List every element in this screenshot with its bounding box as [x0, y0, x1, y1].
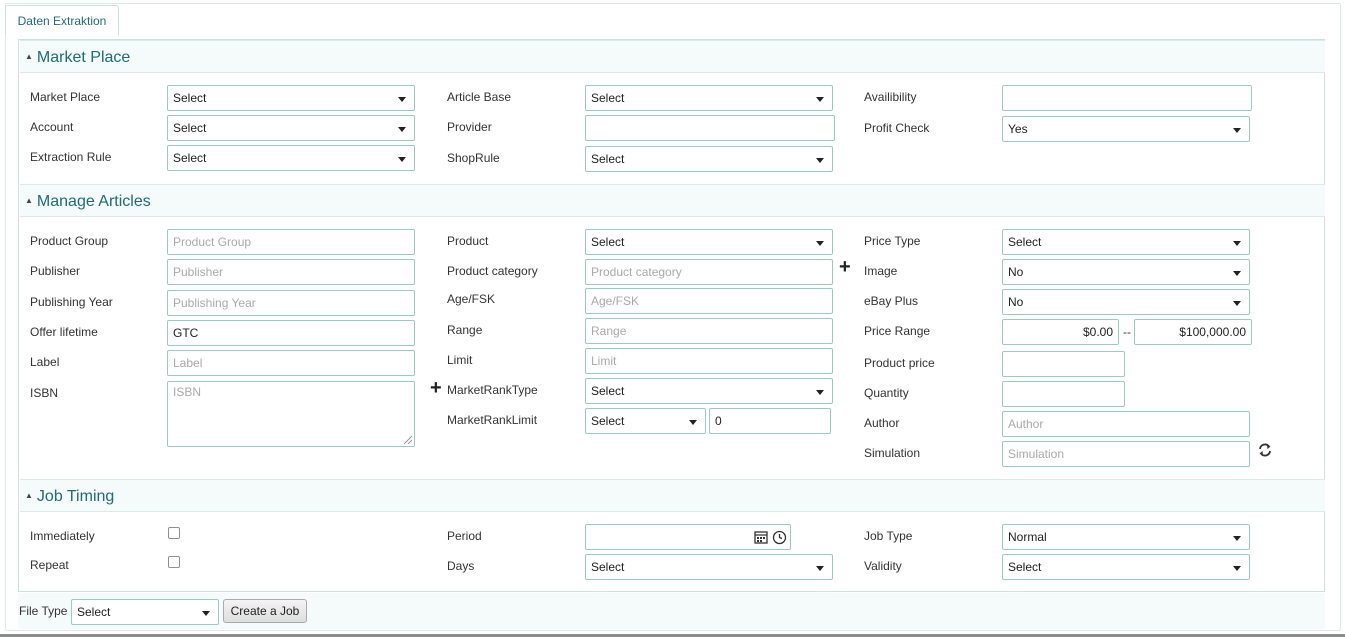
market-place-label: Market Place	[30, 90, 101, 104]
validity-select[interactable]: Select	[1002, 554, 1250, 580]
repeat-label: Repeat	[30, 558, 69, 572]
add-market-rank-plus-icon[interactable]: +	[430, 378, 442, 398]
market-rank-limit-input[interactable]: 0	[709, 408, 831, 434]
label-input[interactable]: Label	[167, 350, 415, 376]
validity-label: Validity	[864, 559, 902, 573]
tab-daten-extraktion[interactable]: Daten Extraktion	[5, 5, 119, 36]
market-rank-type-select[interactable]: Select	[585, 378, 833, 404]
product-category-label: Product category	[447, 264, 538, 278]
price-type-label: Price Type	[864, 234, 921, 248]
immediately-checkbox[interactable]	[168, 527, 180, 539]
availability-label: Availibility	[864, 90, 917, 104]
publisher-label: Publisher	[30, 264, 81, 278]
availability-input[interactable]	[1002, 85, 1252, 111]
create-job-button[interactable]: Create a Job	[223, 599, 307, 623]
article-base-label: Article Base	[447, 90, 512, 104]
shop-rule-label: ShopRule	[447, 151, 500, 165]
product-group-input[interactable]: Product Group	[167, 229, 415, 255]
resize-handle-icon[interactable]	[404, 436, 412, 444]
image-select[interactable]: No	[1002, 259, 1250, 285]
market-rank-limit-label: MarketRankLimit	[447, 413, 538, 427]
collapse-triangle-icon: ▲	[25, 491, 33, 500]
file-type-label: File Type	[19, 604, 68, 618]
offer-lifetime-input[interactable]: GTC	[167, 320, 415, 346]
isbn-label: ISBN	[30, 386, 59, 400]
isbn-placeholder: ISBN	[173, 385, 202, 399]
section-title: Market Place	[36, 49, 131, 66]
offer-lifetime-label: Offer lifetime	[30, 325, 98, 339]
profit-check-select[interactable]: Yes	[1002, 116, 1250, 142]
job-timing-section-header[interactable]: ▲ Job Timing	[20, 479, 1325, 512]
extraction-panel: ▲ Market Place Market Place Select Accoun…	[18, 39, 1325, 592]
author-input[interactable]: Author	[1002, 411, 1250, 437]
product-category-input[interactable]: Product category	[585, 259, 833, 285]
publishing-year-label: Publishing Year	[30, 295, 113, 309]
market-rank-limit-select[interactable]: Select	[585, 408, 706, 434]
image-label: Image	[864, 264, 898, 278]
quantity-input[interactable]	[1002, 381, 1125, 407]
repeat-checkbox[interactable]	[168, 556, 180, 568]
simulation-label: Simulation	[864, 446, 921, 460]
section-title: Manage Articles	[36, 193, 151, 210]
limit-input[interactable]: Limit	[585, 348, 833, 374]
product-label: Product	[447, 234, 489, 248]
ebay-plus-label: eBay Plus	[864, 294, 919, 308]
ebay-plus-select[interactable]: No	[1002, 289, 1250, 315]
days-label: Days	[447, 559, 475, 573]
price-range-max-input[interactable]: $100,000.00	[1134, 319, 1252, 345]
publisher-input[interactable]: Publisher	[167, 259, 415, 285]
publishing-year-input[interactable]: Publishing Year	[167, 290, 415, 316]
label-label: Label	[30, 355, 60, 369]
range-input[interactable]: Range	[585, 318, 833, 344]
price-range-separator: --	[1123, 325, 1131, 339]
article-base-select[interactable]: Select	[585, 85, 833, 111]
period-label: Period	[447, 529, 482, 543]
product-select[interactable]: Select	[585, 229, 833, 255]
market-rank-type-label: MarketRankType	[447, 383, 538, 397]
range-label: Range	[447, 323, 483, 337]
simulation-input[interactable]: Simulation	[1002, 441, 1250, 467]
file-type-select[interactable]: Select	[71, 599, 219, 625]
price-range-min-input[interactable]: $0.00	[1002, 319, 1119, 345]
collapse-triangle-icon: ▲	[25, 196, 33, 205]
age-fsk-input[interactable]: Age/FSK	[585, 288, 833, 314]
job-type-label: Job Type	[864, 529, 913, 543]
job-type-select[interactable]: Normal	[1002, 524, 1250, 550]
extraction-rule-select[interactable]: Select	[167, 145, 415, 171]
days-select[interactable]: Select	[585, 554, 833, 580]
provider-label: Provider	[447, 120, 492, 134]
shop-rule-select[interactable]: Select	[585, 146, 833, 172]
period-input[interactable]	[585, 524, 791, 550]
author-label: Author	[864, 416, 900, 430]
product-price-input[interactable]	[1002, 351, 1125, 377]
product-group-label: Product Group	[30, 234, 109, 248]
price-range-label: Price Range	[864, 324, 931, 338]
refresh-icon[interactable]	[1257, 442, 1273, 458]
section-title: Job Timing	[36, 488, 115, 505]
age-fsk-label: Age/FSK	[447, 292, 496, 306]
provider-input[interactable]	[585, 115, 835, 141]
profit-check-label: Profit Check	[864, 121, 930, 135]
market-place-section-header[interactable]: ▲ Market Place	[20, 40, 1325, 73]
clock-icon[interactable]	[772, 530, 787, 545]
immediately-label: Immediately	[30, 529, 95, 543]
isbn-textarea[interactable]: ISBN	[167, 381, 415, 447]
collapse-triangle-icon: ▲	[25, 52, 33, 61]
price-type-select[interactable]: Select	[1002, 229, 1250, 255]
add-category-plus-icon[interactable]: +	[839, 257, 851, 277]
limit-label: Limit	[447, 353, 473, 367]
account-select[interactable]: Select	[167, 115, 415, 141]
quantity-label: Quantity	[864, 386, 909, 400]
calendar-icon[interactable]	[754, 530, 768, 544]
account-label: Account	[30, 120, 74, 134]
market-place-select[interactable]: Select	[167, 85, 415, 111]
extraction-rule-label: Extraction Rule	[30, 150, 112, 164]
manage-articles-section-header[interactable]: ▲ Manage Articles	[20, 184, 1325, 217]
product-price-label: Product price	[864, 356, 935, 370]
